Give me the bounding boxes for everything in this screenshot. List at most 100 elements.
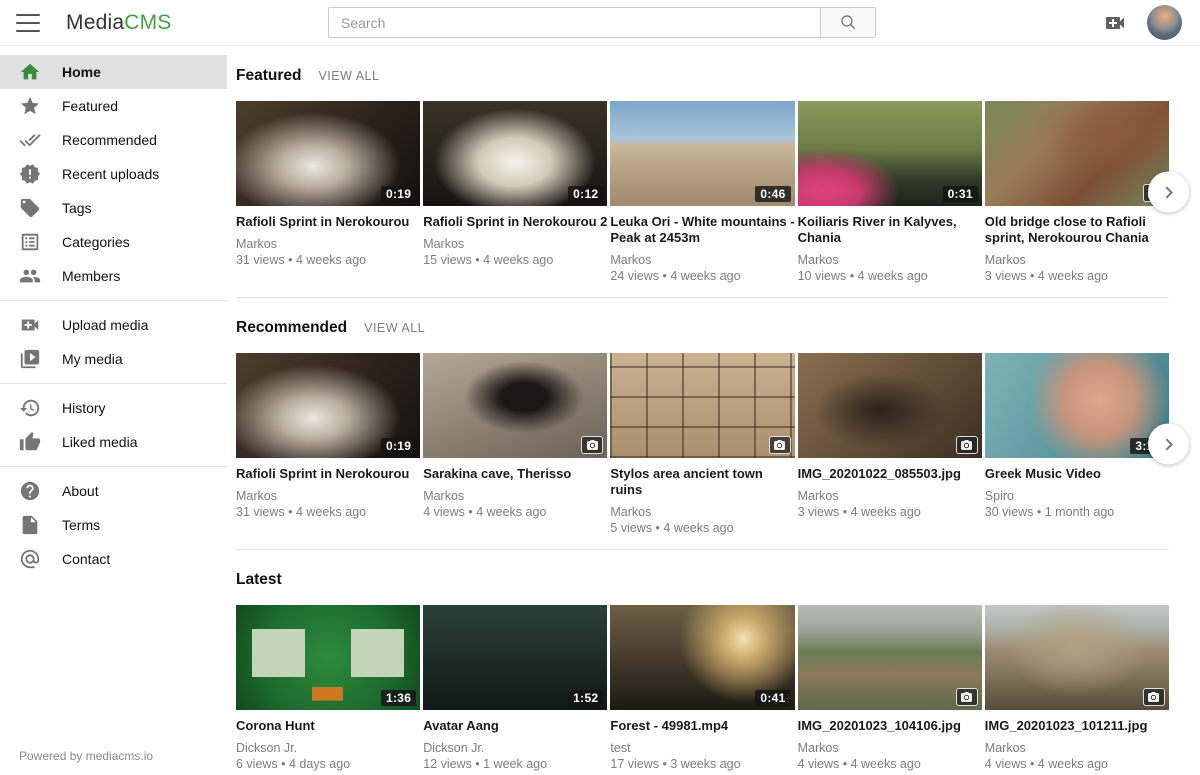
- media-title[interactable]: Avatar Aang: [423, 718, 607, 734]
- media-thumbnail[interactable]: 0:41: [610, 605, 794, 710]
- media-author[interactable]: Markos: [610, 253, 794, 267]
- media-title[interactable]: Sarakina cave, Therisso: [423, 466, 607, 482]
- media-title[interactable]: Rafioli Sprint in Nerokourou 2: [423, 214, 607, 230]
- mediacms-app: MediaCMS Home Featured Recommended: [0, 0, 1200, 775]
- media-title[interactable]: Forest - 49981.mp4: [610, 718, 794, 734]
- section-featured: Featured VIEW ALL 0:19 Rafioli Sprint in…: [236, 46, 1169, 298]
- sidebar-item-terms[interactable]: Terms: [0, 508, 227, 542]
- media-author[interactable]: Markos: [985, 253, 1169, 267]
- media-title[interactable]: Corona Hunt: [236, 718, 420, 734]
- main-content: Featured VIEW ALL 0:19 Rafioli Sprint in…: [227, 46, 1200, 775]
- star-icon: [19, 95, 41, 117]
- sidebar-item-my-media[interactable]: My media: [0, 342, 227, 376]
- sidebar-item-liked-media[interactable]: Liked media: [0, 425, 227, 459]
- media-thumbnail[interactable]: [798, 605, 982, 710]
- double-check-icon: [19, 129, 41, 151]
- media-thumbnail[interactable]: 0:19: [236, 353, 420, 458]
- duration-badge: 0:46: [755, 186, 790, 202]
- media-thumbnail[interactable]: [798, 353, 982, 458]
- media-author[interactable]: Dickson Jr.: [423, 741, 607, 755]
- sidebar-item-contact[interactable]: Contact: [0, 542, 227, 576]
- view-all-link[interactable]: VIEW ALL: [318, 69, 379, 83]
- media-author[interactable]: Markos: [423, 489, 607, 503]
- view-all-link[interactable]: VIEW ALL: [364, 321, 425, 335]
- media-title[interactable]: IMG_20201022_085503.jpg: [798, 466, 982, 482]
- sidebar-item-recommended[interactable]: Recommended: [0, 123, 227, 157]
- next-carousel-button[interactable]: [1148, 172, 1189, 213]
- media-thumbnail[interactable]: 1:36: [236, 605, 420, 710]
- media-thumbnail[interactable]: 0:19: [236, 101, 420, 206]
- media-author[interactable]: Dickson Jr.: [236, 741, 420, 755]
- media-thumbnail[interactable]: [610, 353, 794, 458]
- video-library-icon: [19, 348, 41, 370]
- media-thumbnail[interactable]: 0:31: [798, 101, 982, 206]
- duration-badge: 0:12: [568, 186, 603, 202]
- media-author[interactable]: Markos: [798, 741, 982, 755]
- next-carousel-button[interactable]: [1148, 424, 1189, 465]
- media-thumbnail[interactable]: [985, 605, 1169, 710]
- media-author[interactable]: Markos: [798, 253, 982, 267]
- media-thumbnail[interactable]: 0:12: [423, 101, 607, 206]
- media-card: Old bridge close to Rafioli sprint, Nero…: [985, 101, 1169, 283]
- sidebar-item-categories[interactable]: Categories: [0, 225, 227, 259]
- media-author[interactable]: Spiro: [985, 489, 1169, 503]
- media-title[interactable]: Rafioli Sprint in Nerokourou: [236, 214, 420, 230]
- document-icon: [19, 514, 41, 536]
- media-author[interactable]: Markos: [423, 237, 607, 251]
- media-thumbnail[interactable]: 1:52: [423, 605, 607, 710]
- media-author[interactable]: Markos: [610, 505, 794, 519]
- categories-icon: [19, 231, 41, 253]
- sidebar-item-tags[interactable]: Tags: [0, 191, 227, 225]
- sidebar-item-upload-media[interactable]: Upload media: [0, 308, 227, 342]
- search-input[interactable]: [328, 7, 820, 38]
- media-author[interactable]: Markos: [985, 741, 1169, 755]
- media-title[interactable]: Stylos area ancient town ruins: [610, 466, 794, 498]
- media-author[interactable]: test: [610, 741, 794, 755]
- media-title[interactable]: Koiliaris River in Kalyves, Chania: [798, 214, 982, 246]
- media-meta: 3 views • 4 weeks ago: [798, 505, 982, 519]
- sidebar-item-members[interactable]: Members: [0, 259, 227, 293]
- camera-icon: [1143, 688, 1165, 706]
- media-title[interactable]: IMG_20201023_104106.jpg: [798, 718, 982, 734]
- media-meta: 5 views • 4 weeks ago: [610, 521, 794, 535]
- media-title[interactable]: Old bridge close to Rafioli sprint, Nero…: [985, 214, 1169, 246]
- media-thumbnail[interactable]: [423, 353, 607, 458]
- media-meta: 3 views • 4 weeks ago: [985, 269, 1169, 283]
- sidebar-item-history[interactable]: History: [0, 391, 227, 425]
- media-author[interactable]: Markos: [236, 237, 420, 251]
- media-thumbnail[interactable]: 0:46: [610, 101, 794, 206]
- upload-media-button[interactable]: [1102, 11, 1128, 40]
- thumb-up-icon: [19, 431, 41, 453]
- media-card: 0:41 Forest - 49981.mp4 test 17 views • …: [610, 605, 794, 771]
- sidebar-item-label: Home: [62, 64, 101, 80]
- sidebar-item-featured[interactable]: Featured: [0, 89, 227, 123]
- home-icon: [19, 61, 41, 83]
- media-thumbnail[interactable]: [985, 101, 1169, 206]
- site-logo[interactable]: MediaCMS: [66, 11, 171, 35]
- media-title[interactable]: Rafioli Sprint in Nerokourou: [236, 466, 420, 482]
- logo-text-accent: CMS: [124, 11, 171, 34]
- sidebar-item-about[interactable]: About: [0, 474, 227, 508]
- media-title[interactable]: Leuka Ori - White mountains - Peak at 24…: [610, 214, 794, 246]
- sidebar-item-recent-uploads[interactable]: Recent uploads: [0, 157, 227, 191]
- hamburger-menu-icon[interactable]: [16, 14, 40, 32]
- section-title: Recommended: [236, 319, 347, 337]
- media-title[interactable]: IMG_20201023_101211.jpg: [985, 718, 1169, 734]
- media-author[interactable]: Markos: [236, 489, 420, 503]
- sidebar-item-label: History: [62, 400, 106, 416]
- media-meta: 10 views • 4 weeks ago: [798, 269, 982, 283]
- history-icon: [19, 397, 41, 419]
- sidebar-item-label: Categories: [62, 234, 130, 250]
- powered-by-text: Powered by mediacms.io: [19, 749, 153, 763]
- media-card: 1:36 Corona Hunt Dickson Jr. 6 views • 4…: [236, 605, 420, 771]
- camera-icon: [956, 688, 978, 706]
- media-author[interactable]: Markos: [798, 489, 982, 503]
- media-title[interactable]: Greek Music Video: [985, 466, 1169, 482]
- media-card: Sarakina cave, Therisso Markos 4 views •…: [423, 353, 607, 535]
- media-card: 1:52 Avatar Aang Dickson Jr. 12 views • …: [423, 605, 607, 771]
- search-button[interactable]: [820, 7, 876, 38]
- media-thumbnail[interactable]: 3:11: [985, 353, 1169, 458]
- user-avatar[interactable]: [1147, 5, 1182, 40]
- chevron-right-icon: [1157, 180, 1181, 204]
- sidebar-item-home[interactable]: Home: [0, 55, 227, 89]
